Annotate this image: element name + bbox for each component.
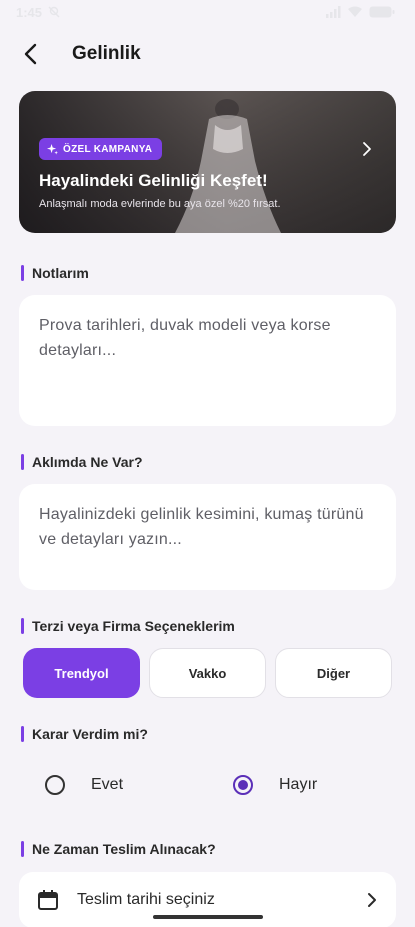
status-bar: 1:45 xyxy=(0,0,415,24)
banner-subtitle: Anlaşmalı moda evlerinde bu aya özel %20… xyxy=(39,198,281,210)
notes-section-label: Notlarım xyxy=(21,264,89,282)
sparkle-icon xyxy=(47,143,58,155)
delivery-date-placeholder: Teslim tarihi seçiniz xyxy=(77,891,215,908)
calendar-icon xyxy=(38,890,58,910)
home-indicator[interactable] xyxy=(153,915,263,919)
vendors-label: Terzi veya Firma Seçeneklerim xyxy=(32,618,235,634)
signal-icon xyxy=(326,6,341,18)
location-off-icon xyxy=(48,6,60,18)
section-accent-bar xyxy=(21,618,24,634)
campaign-badge-text: ÖZEL KAMPANYA xyxy=(63,143,153,155)
decision-option-evet[interactable]: Evet xyxy=(45,768,123,802)
campaign-banner[interactable]: ÖZEL KAMPANYA Hayalindeki Gelinliği Keşf… xyxy=(19,91,396,233)
banner-title: Hayalindeki Gelinliği Keşfet! xyxy=(39,171,268,190)
section-accent-bar xyxy=(21,841,24,857)
section-accent-bar xyxy=(21,265,24,281)
notes-label: Notlarım xyxy=(32,265,89,281)
notes-textarea[interactable]: Prova tarihleri, duvak modeli veya korse… xyxy=(19,295,396,426)
battery-icon xyxy=(369,6,395,18)
decision-section-label: Karar Verdim mi? xyxy=(21,725,148,743)
wedding-dress-image xyxy=(175,99,281,233)
radio-evet-label: Evet xyxy=(91,776,124,793)
delivery-label: Ne Zaman Teslim Alınacak? xyxy=(32,841,216,857)
decision-label: Karar Verdim mi? xyxy=(32,726,148,742)
delivery-section-label: Ne Zaman Teslim Alınacak? xyxy=(21,840,216,858)
ideas-textarea[interactable]: Hayalinizdeki gelinlik kesimini, kumaş t… xyxy=(19,484,396,590)
chevron-right-icon xyxy=(363,142,371,156)
status-time: 1:45 xyxy=(16,4,43,20)
ideas-label: Aklımda Ne Var? xyxy=(32,454,143,470)
wifi-icon xyxy=(348,6,362,17)
section-accent-bar xyxy=(21,726,24,742)
app-header: Gelinlik xyxy=(0,36,415,72)
radio-evet[interactable] xyxy=(45,775,65,795)
vendors-section-label: Terzi veya Firma Seçeneklerim xyxy=(21,617,235,635)
radio-hayir[interactable] xyxy=(233,775,253,795)
chevron-right-icon xyxy=(368,893,376,907)
notes-placeholder: Prova tarihleri, duvak modeli veya korse… xyxy=(39,317,331,359)
vendor-chip-trendyol[interactable]: Trendyol xyxy=(23,648,140,698)
ideas-placeholder: Hayalinizdeki gelinlik kesimini, kumaş t… xyxy=(39,506,364,548)
section-accent-bar xyxy=(21,454,24,470)
campaign-badge: ÖZEL KAMPANYA xyxy=(39,138,163,160)
ideas-section-label: Aklımda Ne Var? xyxy=(21,453,143,471)
radio-hayir-label: Hayır xyxy=(279,776,318,793)
vendor-chip-diger[interactable]: Diğer xyxy=(275,648,392,698)
vendor-chip-vakko[interactable]: Vakko xyxy=(149,648,266,698)
back-button[interactable] xyxy=(12,36,48,72)
page-title: Gelinlik xyxy=(72,43,141,64)
decision-option-hayir[interactable]: Hayır xyxy=(233,768,317,802)
back-arrow-icon xyxy=(24,43,37,65)
